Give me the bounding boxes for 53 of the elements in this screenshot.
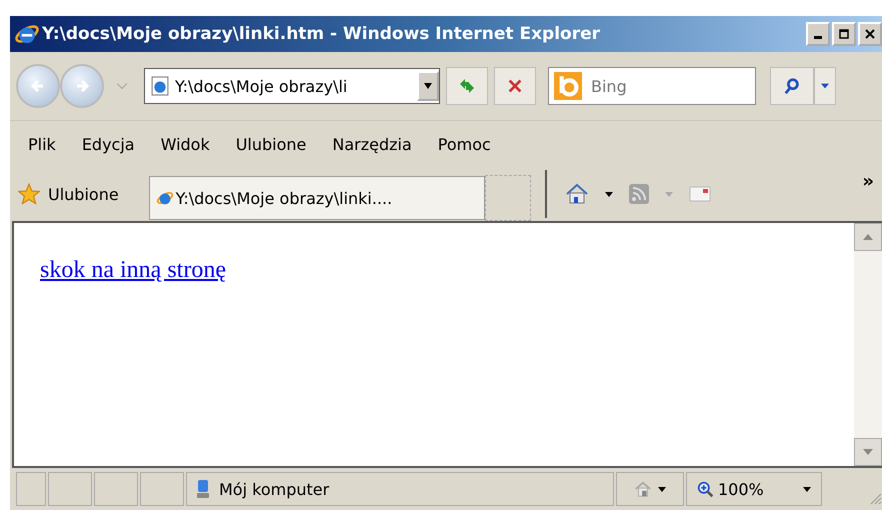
more-chevron[interactable]: » (862, 171, 874, 192)
menu-item[interactable]: Widok (154, 132, 216, 156)
caret-icon (803, 486, 811, 492)
feed-icon[interactable] (628, 184, 649, 204)
status-panel (48, 472, 92, 506)
computer-icon (195, 479, 211, 499)
back-button[interactable] (16, 64, 60, 108)
refresh-button[interactable] (446, 67, 488, 105)
scrollbar[interactable] (854, 223, 882, 466)
close-button[interactable] (858, 22, 882, 46)
mail-icon[interactable] (688, 186, 711, 202)
maximize-icon (839, 29, 849, 39)
search-provider-icon (553, 72, 583, 100)
resize-grip-icon (868, 491, 882, 505)
star-icon (18, 183, 40, 205)
zoom-icon (697, 480, 714, 498)
down-arrow-icon (863, 449, 873, 455)
security-zone: Mój komputer (219, 480, 330, 498)
search-button[interactable] (770, 67, 814, 105)
forward-button[interactable] (60, 64, 104, 108)
up-arrow-icon (863, 234, 873, 240)
scroll-up-button[interactable] (854, 223, 882, 251)
close-icon (865, 29, 875, 39)
address-field[interactable]: Y:\docs\Moje obrazy\li (144, 68, 440, 104)
browser-tab[interactable]: Y:\docs\Moje obrazy\linki.... (148, 176, 485, 220)
caret-icon (658, 486, 666, 492)
search-options-button[interactable] (814, 67, 836, 105)
minimize-icon (814, 36, 822, 38)
stop-button[interactable] (494, 67, 536, 105)
stop-icon (506, 77, 524, 95)
minimize-button[interactable] (806, 22, 830, 46)
caret-icon[interactable] (604, 192, 613, 196)
browser-icon (156, 189, 174, 207)
maximize-button[interactable] (832, 22, 856, 46)
window-title: Y:\docs\Moje obrazy\linki.htm - Windows Internet Explorer (42, 24, 602, 44)
menu-item[interactable]: Narzędzia (326, 132, 418, 156)
menu-item[interactable]: Edycja (76, 132, 141, 156)
caret-icon (821, 83, 829, 89)
favorites-button[interactable]: Ulubione (14, 183, 123, 205)
scroll-down-button[interactable] (854, 438, 882, 466)
menu-item[interactable]: Plik (22, 132, 62, 156)
status-panel (16, 472, 46, 506)
menu-item[interactable]: Pomoc (432, 132, 497, 156)
status-panel (140, 472, 184, 506)
home-icon[interactable] (564, 183, 589, 205)
zoom-button[interactable]: 100% (686, 472, 822, 506)
status-panel (94, 472, 138, 506)
menu-item[interactable]: Ulubione (230, 132, 312, 156)
protected-mode-button[interactable] (616, 472, 684, 506)
search-icon (783, 77, 801, 95)
page-link[interactable]: skok na inną stronę (40, 257, 226, 283)
dropdown-icon[interactable] (116, 82, 128, 90)
search-field[interactable]: Bing (548, 67, 756, 105)
